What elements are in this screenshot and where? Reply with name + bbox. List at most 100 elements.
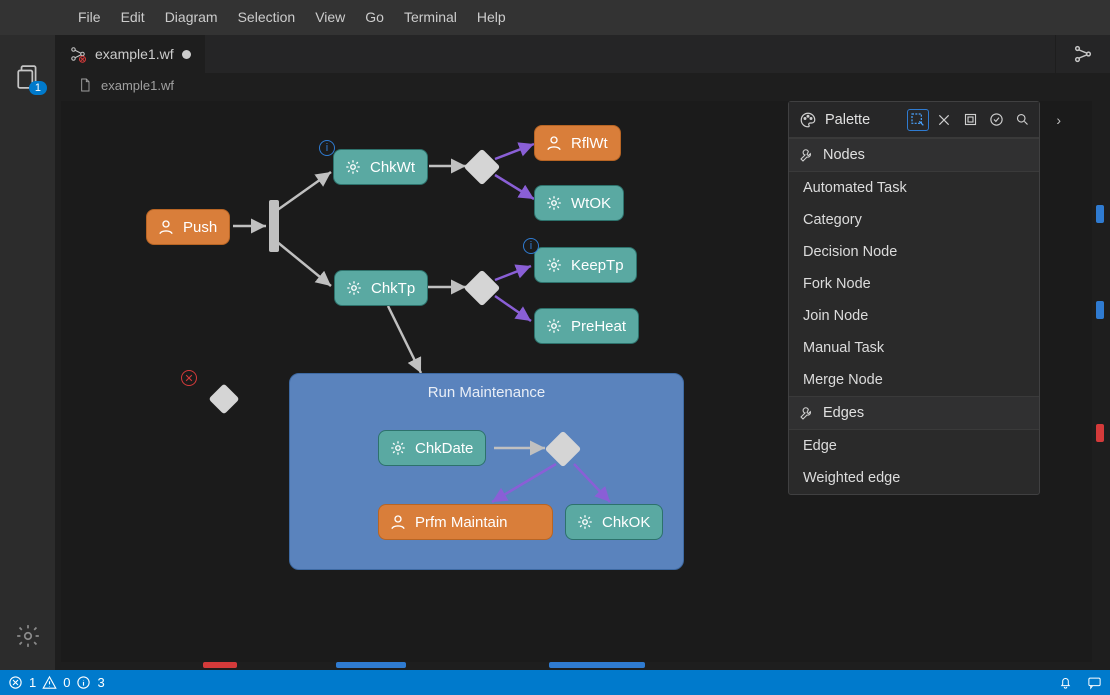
status-notifications[interactable] xyxy=(1058,675,1073,690)
gear-icon xyxy=(345,279,363,297)
menu-help[interactable]: Help xyxy=(467,0,516,35)
node-label: ChkWt xyxy=(370,159,415,176)
node-label: ChkOK xyxy=(602,514,650,531)
wrench-icon xyxy=(799,147,815,163)
node-label: WtOK xyxy=(571,195,611,212)
tab-example1[interactable]: example1.wf xyxy=(55,35,206,73)
palette-tool-delete[interactable] xyxy=(933,109,955,131)
decision-node-orphan[interactable] xyxy=(208,383,239,414)
gear-icon xyxy=(545,256,563,274)
palette-item-edge[interactable]: Edge xyxy=(789,430,1039,462)
palette-item-weighted-edge[interactable]: Weighted edge xyxy=(789,462,1039,494)
category-run-maintenance[interactable]: Run Maintenance ChkDate xyxy=(289,373,684,570)
menu-terminal[interactable]: Terminal xyxy=(394,0,467,35)
palette-tool-fit[interactable] xyxy=(959,109,981,131)
select-icon xyxy=(910,112,926,128)
wrench-icon xyxy=(799,405,815,421)
palette-item-automated-task[interactable]: Automated Task xyxy=(789,172,1039,204)
editor-actions[interactable] xyxy=(1055,35,1110,73)
palette-item-category[interactable]: Category xyxy=(789,204,1039,236)
bell-icon xyxy=(1058,675,1073,690)
explorer-icon[interactable]: 1 xyxy=(0,53,55,101)
node-push[interactable]: Push xyxy=(146,209,230,245)
menu-diagram[interactable]: Diagram xyxy=(155,0,228,35)
palette-item-decision-node[interactable]: Decision Node xyxy=(789,236,1039,268)
palette-tool-search[interactable] xyxy=(1011,109,1033,131)
decision-node-wt[interactable] xyxy=(464,149,501,186)
gear-icon xyxy=(344,158,362,176)
decision-node-tp[interactable] xyxy=(464,270,501,307)
close-icon xyxy=(937,113,951,127)
dirty-indicator-icon xyxy=(182,50,191,59)
minimap-mark-info xyxy=(336,662,406,668)
tab-bar: example1.wf xyxy=(55,35,1110,73)
marker-info xyxy=(1096,205,1104,223)
palette-section-edges[interactable]: Edges xyxy=(789,396,1039,430)
node-rflwt[interactable]: RflWt xyxy=(534,125,621,161)
marker-error xyxy=(1096,424,1104,442)
node-label: RflWt xyxy=(571,135,608,152)
user-icon xyxy=(157,218,175,236)
palette-item-merge-node[interactable]: Merge Node xyxy=(789,364,1039,396)
status-problems[interactable]: 1 0 3 xyxy=(8,675,105,690)
settings-gear-icon[interactable] xyxy=(0,612,55,660)
palette-header: Palette xyxy=(789,102,1039,138)
user-icon xyxy=(389,513,407,531)
overview-ruler xyxy=(1092,101,1104,662)
branch-merge-icon xyxy=(1072,43,1094,65)
user-icon xyxy=(545,134,563,152)
status-warnings-count: 0 xyxy=(63,675,70,690)
fork-node[interactable] xyxy=(269,200,279,252)
menubar: File Edit Diagram Selection View Go Term… xyxy=(0,0,1110,35)
node-chkok[interactable]: ChkOK xyxy=(565,504,663,540)
status-feedback[interactable] xyxy=(1087,675,1102,690)
palette-collapse-icon[interactable]: › xyxy=(1056,112,1061,128)
palette-section-nodes[interactable]: Nodes xyxy=(789,138,1039,172)
check-circle-icon xyxy=(989,112,1004,127)
activity-bar: 1 xyxy=(0,35,55,670)
palette-item-fork-node[interactable]: Fork Node xyxy=(789,268,1039,300)
palette-icon xyxy=(799,111,817,129)
decision-node-maint[interactable] xyxy=(545,431,582,468)
marker-info xyxy=(1096,301,1104,319)
diagram-canvas[interactable]: Push ChkWt i RflWt WtOK xyxy=(61,101,1104,662)
node-label: PreHeat xyxy=(571,318,626,335)
info-badge-icon: i xyxy=(319,140,335,156)
menu-file[interactable]: File xyxy=(68,0,111,35)
minimap-mark-info xyxy=(549,662,645,668)
comment-icon xyxy=(1087,675,1102,690)
gear-icon xyxy=(389,439,407,457)
menu-view[interactable]: View xyxy=(305,0,355,35)
palette-item-manual-task[interactable]: Manual Task xyxy=(789,332,1039,364)
palette-tool-validate[interactable] xyxy=(985,109,1007,131)
node-label: ChkDate xyxy=(415,440,473,457)
palette-section-label: Nodes xyxy=(823,147,865,163)
breadcrumb[interactable]: example1.wf xyxy=(55,73,1110,97)
node-prfm-maintain[interactable]: Prfm Maintain xyxy=(378,504,553,540)
category-title: Run Maintenance xyxy=(290,374,683,407)
node-keeptp[interactable]: KeepTp xyxy=(534,247,637,283)
minimap-bottom xyxy=(61,662,1104,668)
node-chktp[interactable]: ChkTp xyxy=(334,270,428,306)
palette-panel[interactable]: Palette xyxy=(788,101,1040,495)
menu-selection[interactable]: Selection xyxy=(228,0,306,35)
error-badge-icon: ✕ xyxy=(181,370,197,386)
menu-go[interactable]: Go xyxy=(355,0,394,35)
breadcrumb-label: example1.wf xyxy=(101,78,174,93)
node-label: ChkTp xyxy=(371,280,415,297)
node-chkwt[interactable]: ChkWt xyxy=(333,149,428,185)
palette-tool-select[interactable] xyxy=(907,109,929,131)
gear-icon xyxy=(576,513,594,531)
tab-label: example1.wf xyxy=(95,46,174,62)
editor-content: example1.wf example1.wf xyxy=(55,35,1110,670)
file-icon xyxy=(77,77,93,93)
menu-edit[interactable]: Edit xyxy=(111,0,155,35)
node-preheat[interactable]: PreHeat xyxy=(534,308,639,344)
node-label: Prfm Maintain xyxy=(415,514,508,531)
palette-item-join-node[interactable]: Join Node xyxy=(789,300,1039,332)
palette-title: Palette xyxy=(825,112,899,128)
info-circle-icon xyxy=(76,675,91,690)
node-chkdate[interactable]: ChkDate xyxy=(378,430,486,466)
workflow-file-icon xyxy=(69,45,87,63)
node-wtok[interactable]: WtOK xyxy=(534,185,624,221)
